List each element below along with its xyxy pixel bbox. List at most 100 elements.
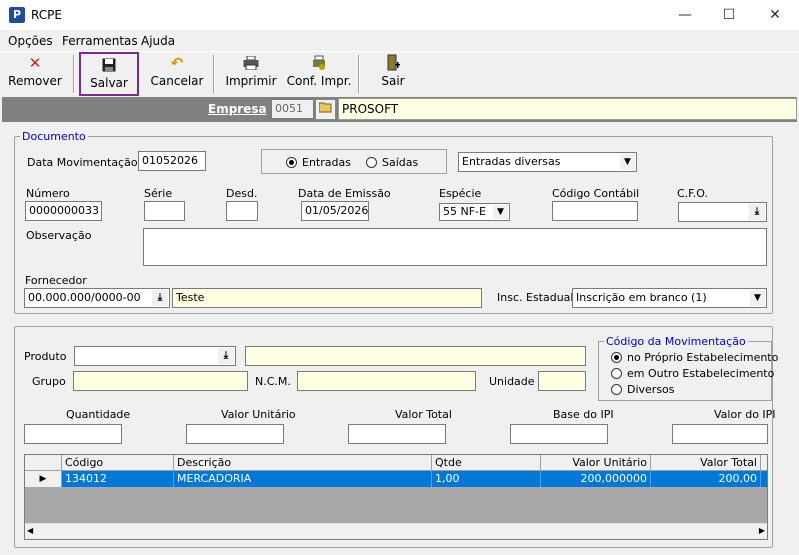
cfo-label: C.F.O. <box>677 187 708 200</box>
radio-saidas[interactable] <box>366 157 377 168</box>
conf-impr-button[interactable]: Conf. Impr. <box>286 52 352 96</box>
grupo-label: Grupo <box>32 375 66 388</box>
horizontal-scrollbar[interactable]: ◀ ▶ <box>25 523 767 539</box>
valor-unit-input[interactable] <box>186 424 284 444</box>
unidade-label: Unidade <box>489 375 535 388</box>
base-ipi-input[interactable] <box>510 424 608 444</box>
menu-ferramentas[interactable]: Ferramentas <box>62 34 138 48</box>
especie-label: Espécie <box>439 187 482 200</box>
desd-input[interactable] <box>226 201 258 221</box>
close-button[interactable]: ✕ <box>752 0 798 31</box>
itens-grid[interactable]: Código Descrição Qtde Valor Unitário Val… <box>24 454 768 540</box>
radio-diversos-label: Diversos <box>627 383 675 396</box>
ncm-field <box>297 371 476 391</box>
chevron-down-icon: ▼ <box>619 154 635 170</box>
valor-total-label: Valor Total <box>395 408 452 421</box>
numero-label: Número <box>26 187 70 200</box>
table-cell-valor-unitario[interactable]: 200,000000 <box>541 471 651 487</box>
chevron-down-icon: ▼ <box>492 205 508 219</box>
col-header-qtde[interactable]: Qtde <box>432 455 541 471</box>
base-ipi-label: Base do IPI <box>553 408 614 421</box>
valor-ipi-label: Valor do IPI <box>714 408 776 421</box>
remove-x-icon: ✕ <box>28 54 42 72</box>
scroll-right-icon[interactable]: ▶ <box>759 526 765 535</box>
sair-label: Sair <box>381 74 405 88</box>
documento-legend: Documento <box>20 130 88 143</box>
data-emissao-input[interactable]: 01/05/2026 <box>301 201 369 221</box>
printer-settings-icon <box>286 52 352 74</box>
insc-estadual-value: Inscrição em branco (1) <box>576 291 707 304</box>
data-mov-label: Data Movimentação <box>27 156 138 169</box>
radio-proprio[interactable] <box>611 352 622 363</box>
valor-total-input[interactable] <box>348 424 446 444</box>
insc-estadual-label: Insc. Estadual <box>497 291 574 304</box>
observacao-label: Observação <box>26 229 92 242</box>
radio-outro-label: em Outro Estabelecimento <box>627 367 775 380</box>
remover-button[interactable]: ✕ Remover <box>6 52 64 96</box>
floppy-disk-icon <box>81 54 137 76</box>
observacao-input[interactable] <box>143 228 767 266</box>
cancelar-label: Cancelar <box>150 74 204 88</box>
window-title: RCPE <box>31 8 62 22</box>
radio-saidas-label: Saídas <box>382 156 419 169</box>
data-mov-input[interactable]: 01052026 <box>138 151 206 171</box>
produto-label: Produto <box>24 350 67 363</box>
conf-impr-label: Conf. Impr. <box>286 74 352 88</box>
numero-input[interactable]: 0000000033 <box>25 201 102 221</box>
cod-contabil-input[interactable] <box>552 201 638 221</box>
col-header-valor-unitario[interactable]: Valor Unitário <box>541 455 651 471</box>
grid-corner <box>25 455 62 471</box>
fornecedor-cnpj-value: 00.000.000/0000-00 <box>28 291 141 304</box>
quantidade-input[interactable] <box>24 424 122 444</box>
printer-icon <box>222 52 280 74</box>
valor-ipi-input[interactable] <box>672 424 768 444</box>
cod-mov-legend: Código da Movimentação <box>604 335 748 348</box>
lookup-arrow-icon: ⤓ <box>218 348 234 364</box>
serie-input[interactable] <box>144 201 185 221</box>
row-indicator-arrow-icon[interactable]: ▶ <box>25 471 62 487</box>
desd-label: Desd. <box>226 187 258 200</box>
ncm-label: N.C.M. <box>255 375 291 388</box>
tipo-mov-value: Entradas diversas <box>462 155 561 168</box>
especie-select[interactable]: 55 NF-E ▼ <box>439 203 510 221</box>
radio-outro[interactable] <box>611 368 622 379</box>
insc-estadual-select[interactable]: Inscrição em branco (1) ▼ <box>572 288 767 308</box>
radio-proprio-label: no Próprio Estabelecimento <box>627 351 779 364</box>
menu-opcoes[interactable]: Opções <box>8 34 53 48</box>
imprimir-button[interactable]: Imprimir <box>222 52 280 96</box>
fornecedor-nome: Teste <box>172 288 482 308</box>
salvar-button[interactable]: Salvar <box>79 52 139 96</box>
scroll-left-icon[interactable]: ◀ <box>27 526 33 535</box>
exit-door-icon <box>368 52 418 74</box>
table-cell-codigo[interactable]: 134012 <box>62 471 174 487</box>
table-cell-filler <box>761 471 767 487</box>
col-header-valor-total[interactable]: Valor Total <box>651 455 761 471</box>
fornecedor-cnpj-input[interactable]: 00.000.000/0000-00 ⤓ <box>24 288 170 308</box>
maximize-button[interactable]: ☐ <box>706 0 752 31</box>
cancelar-button[interactable]: ↶ Cancelar <box>148 52 206 96</box>
data-emissao-label: Data de Emissão <box>298 187 391 200</box>
radio-entradas[interactable] <box>286 157 297 168</box>
minimize-button[interactable]: — <box>662 0 708 31</box>
imprimir-label: Imprimir <box>225 74 277 88</box>
sair-button[interactable]: Sair <box>368 52 418 96</box>
produto-descricao <box>245 346 586 366</box>
col-header-filler <box>761 455 767 471</box>
cfo-input[interactable]: ⤓ <box>678 202 767 222</box>
radio-diversos[interactable] <box>611 384 622 395</box>
table-cell-valor-total[interactable]: 200,00 <box>651 471 761 487</box>
produto-input[interactable]: ⤓ <box>74 346 236 366</box>
folder-open-icon <box>318 102 333 116</box>
grupo-field <box>73 371 248 391</box>
cod-contabil-label: Código Contábil <box>552 187 640 200</box>
tipo-mov-select[interactable]: Entradas diversas ▼ <box>458 152 637 172</box>
valor-unit-label: Valor Unitário <box>221 408 296 421</box>
empresa-open-button[interactable] <box>315 99 336 120</box>
menu-ajuda[interactable]: Ajuda <box>141 34 175 48</box>
table-cell-qtde[interactable]: 1,00 <box>432 471 541 487</box>
col-header-codigo[interactable]: Código <box>62 455 174 471</box>
app-logo-icon: P <box>9 7 25 23</box>
table-cell-descricao[interactable]: MERCADORIA <box>174 471 432 487</box>
radio-entradas-label: Entradas <box>302 156 351 169</box>
col-header-descricao[interactable]: Descrição <box>174 455 432 471</box>
